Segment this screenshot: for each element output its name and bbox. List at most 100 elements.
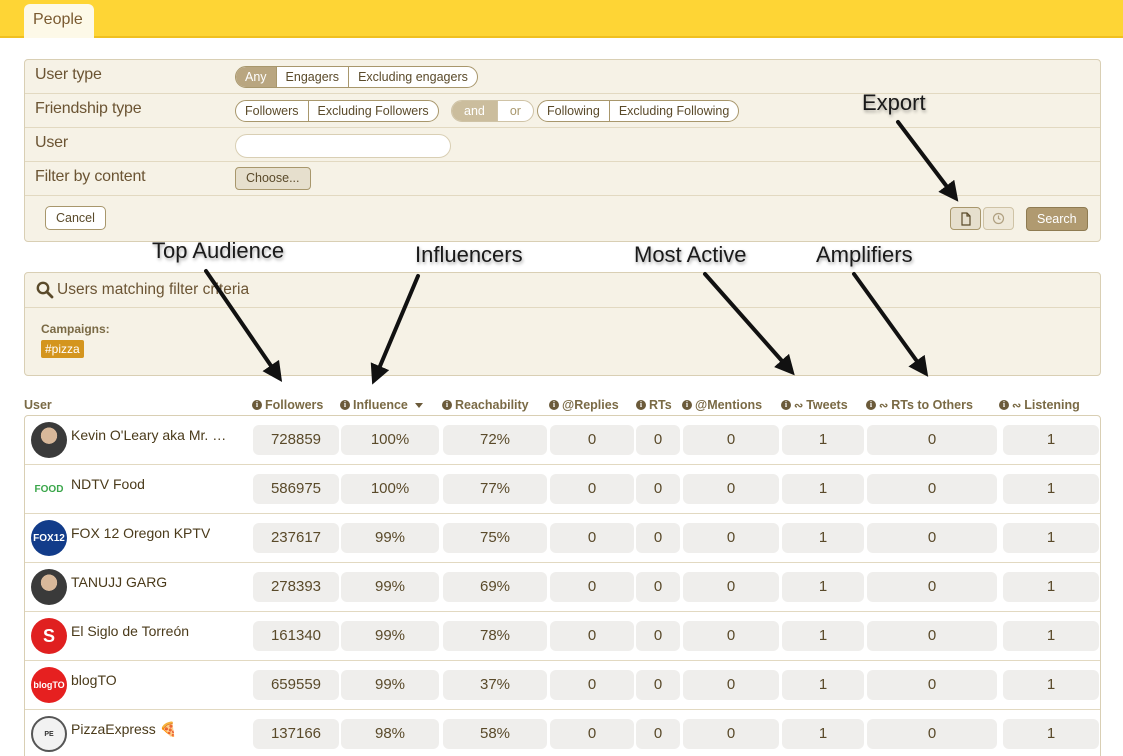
table-row[interactable]: PE PizzaExpress 🍕 137166 98% 58% 0 0 0 1 0 1: [25, 710, 1100, 756]
cell-followers: 586975: [253, 474, 339, 504]
cell-reachability: 77%: [443, 474, 547, 504]
cell-mentions: 0: [683, 474, 779, 504]
column-header-user-label: User: [24, 398, 52, 412]
following-button[interactable]: Following: [538, 101, 610, 121]
cell-rts: 0: [636, 523, 680, 553]
user-type-engagers-button[interactable]: Engagers: [277, 67, 350, 87]
user-type-any-button[interactable]: Any: [236, 67, 277, 87]
cell-tweets: 1: [782, 572, 864, 602]
table-row[interactable]: blogTO blogTO 659559 99% 37% 0 0 0 1 0 1: [25, 661, 1100, 710]
choose-content-button[interactable]: Choose...: [235, 167, 311, 190]
user-input[interactable]: [235, 134, 451, 158]
search-button[interactable]: Search: [1026, 207, 1088, 231]
cell-followers: 161340: [253, 621, 339, 651]
table-row[interactable]: S El Siglo de Torreón 161340 99% 78% 0 0 0 1 0 1: [25, 612, 1100, 661]
table-row[interactable]: Kevin O'Leary aka Mr. Wond... 728859100%7…: [25, 416, 1100, 465]
cell-influence: 100%: [341, 425, 439, 455]
schedule-button[interactable]: [983, 207, 1014, 230]
info-icon: i: [866, 400, 876, 410]
user-type-toggle: Any Engagers Excluding engagers: [235, 66, 478, 88]
user-name[interactable]: TANUJJ GARG: [71, 574, 167, 590]
table-row[interactable]: TANUJJ GARG 278393 99% 69% 0 0 0 1 0 1: [25, 563, 1100, 612]
excluding-followers-button[interactable]: Excluding Followers: [309, 101, 438, 121]
followers-button[interactable]: Followers: [236, 101, 309, 121]
column-header-replies-label: @Replies: [562, 398, 619, 412]
cell-rts: 0: [636, 670, 680, 700]
avatar: [31, 569, 67, 605]
column-header-rts-to-others[interactable]: i ∾ RTs to Others: [866, 398, 973, 412]
tab-people[interactable]: People: [24, 4, 94, 38]
cell-mentions: 0: [683, 425, 779, 455]
user-name[interactable]: FOX 12 Oregon KPTV: [71, 525, 210, 541]
cell-reachability: 78%: [443, 621, 547, 651]
avatar: FOX12: [31, 520, 67, 556]
annotation-top-audience: Top Audience: [152, 238, 285, 263]
user-name[interactable]: Kevin O'Leary aka Mr. Wond...: [71, 427, 227, 443]
avatar: PE: [31, 716, 67, 752]
table-row[interactable]: FOX12 FOX 12 Oregon KPTV 237617 99% 75% 0 0 0 1 0…: [25, 514, 1100, 563]
rss-icon: ∾: [879, 399, 889, 412]
filter-row-friendship-type: Friendship type Followers Excluding Foll…: [25, 94, 1100, 128]
cell-replies: 0: [550, 474, 634, 504]
cell-tweets: 1: [782, 474, 864, 504]
column-header-mentions[interactable]: i @Mentions: [682, 398, 762, 412]
cell-replies: 0: [550, 523, 634, 553]
annotation-amplifiers: Amplifiers: [816, 242, 913, 267]
rss-icon: ∾: [794, 399, 804, 412]
cell-listening: 1: [1003, 670, 1099, 700]
column-header-user[interactable]: User: [24, 398, 52, 412]
cell-replies: 0: [550, 719, 634, 749]
column-header-rts[interactable]: i RTs: [636, 398, 672, 412]
file-icon: [960, 211, 971, 226]
column-header-rts-to-others-label: RTs to Others: [891, 398, 973, 412]
column-header-followers[interactable]: i Followers: [252, 398, 323, 412]
cell-listening: 1: [1003, 621, 1099, 651]
user-name[interactable]: blogTO: [71, 672, 117, 688]
cell-rts-to-others: 0: [867, 474, 997, 504]
filter-row-user-type: User type Any Engagers Excluding engager…: [25, 60, 1100, 94]
campaign-tag[interactable]: #pizza: [41, 340, 84, 358]
cell-tweets: 1: [782, 719, 864, 749]
friendship-following-toggle: Following Excluding Following: [537, 100, 740, 122]
cell-listening: 1: [1003, 425, 1099, 455]
user-name[interactable]: PizzaExpress 🍕: [71, 721, 177, 738]
cell-listening: 1: [1003, 523, 1099, 553]
cancel-button[interactable]: Cancel: [45, 206, 106, 230]
column-header-tweets[interactable]: i ∾ Tweets: [781, 398, 848, 412]
cell-influence: 99%: [341, 670, 439, 700]
cell-replies: 0: [550, 425, 634, 455]
results-header: Users matching filter criteria: [25, 273, 1100, 308]
user-type-excluding-engagers-button[interactable]: Excluding engagers: [349, 67, 477, 87]
cell-listening: 1: [1003, 474, 1099, 504]
filter-row-content: Filter by content Choose...: [25, 162, 1100, 196]
table-row[interactable]: FOOD NDTV Food 586975 100% 77% 0 0 0 1 0 1: [25, 465, 1100, 514]
cell-rts-to-others: 0: [867, 719, 997, 749]
user-name[interactable]: El Siglo de Torreón: [71, 623, 189, 639]
excluding-following-button[interactable]: Excluding Following: [610, 101, 738, 121]
column-header-reachability[interactable]: i Reachability: [442, 398, 529, 412]
info-icon: i: [682, 400, 692, 410]
column-header-influence[interactable]: i Influence: [340, 398, 423, 412]
logic-and-button[interactable]: and: [452, 101, 498, 121]
cell-rts-to-others: 0: [867, 425, 997, 455]
column-header-listening[interactable]: i ∾ Listening: [999, 398, 1080, 412]
avatar: FOOD: [31, 471, 67, 507]
user-name[interactable]: NDTV Food: [71, 476, 145, 492]
info-icon: i: [252, 400, 262, 410]
cell-influence: 98%: [341, 719, 439, 749]
friendship-type-label: Friendship type: [35, 100, 142, 117]
cell-rts-to-others: 0: [867, 572, 997, 602]
column-header-influence-label: Influence: [353, 398, 408, 412]
column-header-replies[interactable]: i @Replies: [549, 398, 619, 412]
cell-rts: 0: [636, 425, 680, 455]
cell-mentions: 0: [683, 719, 779, 749]
logic-or-button[interactable]: or: [498, 101, 533, 121]
export-button[interactable]: [950, 207, 981, 230]
cell-mentions: 0: [683, 670, 779, 700]
cell-reachability: 37%: [443, 670, 547, 700]
avatar: S: [31, 618, 67, 654]
top-bar: People: [0, 0, 1123, 38]
cell-influence: 99%: [341, 621, 439, 651]
cell-rts-to-others: 0: [867, 621, 997, 651]
cell-rts: 0: [636, 719, 680, 749]
